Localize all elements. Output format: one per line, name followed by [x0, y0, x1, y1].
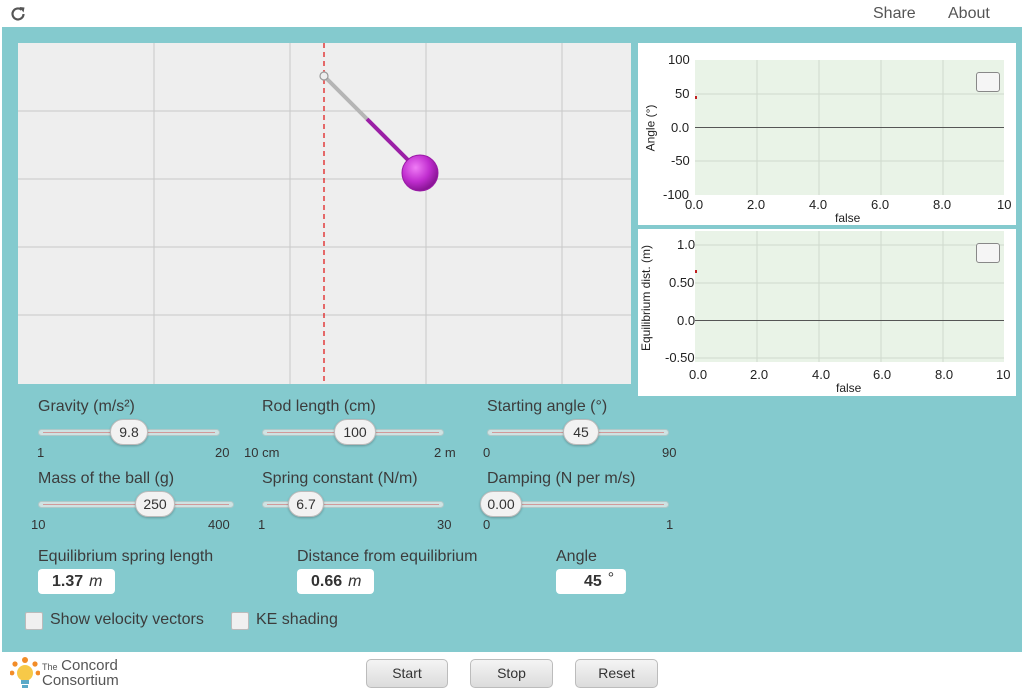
angle-plot-area	[695, 60, 1004, 195]
rod-length-min: 10 cm	[244, 445, 280, 460]
x-tick: 6.0	[873, 367, 892, 382]
y-axis-title: Angle (°)	[643, 104, 658, 152]
angle-data-point	[695, 96, 697, 99]
x-tick: 8.0	[935, 367, 954, 382]
about-link[interactable]: About	[948, 5, 990, 23]
pivot	[319, 71, 329, 81]
angle-readout: 45 °	[556, 569, 626, 594]
rod-length-slider-handle[interactable]: 100	[334, 419, 376, 445]
damping-min: 0	[483, 517, 491, 532]
x-axis-title: false	[836, 381, 862, 395]
rod-length-max: 2 m	[434, 445, 456, 460]
distance-label: Distance from equilibrium	[297, 548, 478, 565]
x-tick: 4.0	[812, 367, 831, 382]
start-button[interactable]: Start	[366, 659, 448, 688]
y-tick: 0.50	[669, 275, 695, 290]
mass-label: Mass of the ball (g)	[38, 470, 175, 487]
spring-constant-label: Spring constant (N/m)	[262, 470, 418, 487]
angle-plot-grid	[695, 60, 1004, 195]
y-tick: 100	[668, 52, 690, 67]
pendulum-simulation[interactable]	[18, 43, 631, 384]
y-tick: -50	[671, 153, 690, 168]
starting-angle-min: 0	[483, 445, 491, 460]
y-axis-title: Equilibrium dist. (m)	[639, 244, 654, 352]
angle-value: 45	[584, 573, 602, 590]
concord-brand: The Concord Consortium	[42, 658, 119, 689]
spring	[365, 117, 415, 167]
x-tick: 10	[997, 197, 1012, 212]
y-tick: 0.0	[671, 120, 690, 135]
mass-max: 400	[208, 517, 230, 532]
image-snapshot-icon[interactable]	[976, 243, 1000, 263]
spring-constant-max: 30	[437, 517, 452, 532]
x-tick: 0.0	[685, 197, 704, 212]
spring-constant-min: 1	[258, 517, 266, 532]
y-tick: -0.50	[665, 350, 695, 365]
bottom-bar: The Concord Consortium Start Stop Reset	[0, 652, 1024, 695]
distance-unit: m	[348, 573, 362, 590]
distance-readout: 0.66 m	[297, 569, 374, 594]
brand-the: The	[42, 662, 58, 672]
x-tick: 0.0	[689, 367, 708, 382]
image-snapshot-icon[interactable]	[976, 72, 1000, 92]
simulation-canvas	[18, 43, 631, 384]
pendulum-ball[interactable]	[401, 154, 439, 192]
damping-max: 1	[666, 517, 674, 532]
y-tick: 0.0	[677, 313, 696, 328]
gravity-label: Gravity (m/s²)	[38, 398, 135, 415]
rod	[322, 74, 369, 121]
equilibrium-plot-area	[695, 231, 1004, 362]
x-tick: 8.0	[933, 197, 952, 212]
ke-shading-checkbox[interactable]	[231, 612, 249, 630]
x-tick: 2.0	[750, 367, 769, 382]
starting-angle-max: 90	[662, 445, 677, 460]
mass-min: 10	[31, 517, 46, 532]
x-axis-title: false	[835, 211, 861, 225]
gravity-slider-handle[interactable]: 9.8	[110, 419, 148, 445]
angle-graph: 100 50 0.0 -50 -100 0.0 2.0 4.0 6.0 8.0 …	[638, 43, 1016, 225]
equilibrium-length-label: Equilibrium spring length	[38, 548, 214, 565]
gravity-max: 20	[215, 445, 230, 460]
spring-constant-slider-handle[interactable]: 6.7	[288, 491, 324, 517]
rod-length-label: Rod length (cm)	[262, 398, 376, 415]
reload-icon[interactable]	[9, 5, 27, 23]
equilibrium-length-unit: m	[89, 573, 103, 590]
brand-consortium: Consortium	[42, 672, 119, 689]
x-tick: 6.0	[871, 197, 890, 212]
velocity-vectors-checkbox[interactable]	[25, 612, 43, 630]
equilibrium-length-value: 1.37	[52, 573, 84, 590]
reset-button[interactable]: Reset	[575, 659, 658, 688]
top-bar: Share About	[0, 0, 1024, 27]
angle-label: Angle	[556, 548, 597, 565]
velocity-vectors-label: Show velocity vectors	[50, 611, 204, 628]
damping-slider-handle[interactable]: 0.00	[480, 491, 522, 517]
share-link[interactable]: Share	[873, 5, 916, 23]
concord-logo-icon	[10, 657, 40, 688]
ke-shading-label: KE shading	[256, 611, 338, 628]
equilibrium-length-readout: 1.37 m	[38, 569, 115, 594]
distance-value: 0.66	[311, 573, 343, 590]
starting-angle-slider-handle[interactable]: 45	[563, 419, 599, 445]
y-tick: 1.0	[677, 237, 696, 252]
y-tick: 50	[675, 86, 690, 101]
stop-button[interactable]: Stop	[470, 659, 553, 688]
equilibrium-plot-grid	[695, 231, 1004, 362]
x-tick: 2.0	[747, 197, 766, 212]
equilibrium-graph: 1.0 0.50 0.0 -0.50 0.0 2.0 4.0 6.0 8.0 1…	[638, 229, 1016, 396]
damping-label: Damping (N per m/s)	[487, 470, 636, 487]
x-tick: 10	[996, 367, 1011, 382]
angle-unit: °	[607, 570, 615, 587]
mass-slider-handle[interactable]: 250	[135, 491, 175, 517]
starting-angle-label: Starting angle (°)	[487, 398, 608, 415]
gravity-min: 1	[37, 445, 45, 460]
equilibrium-data-point	[695, 270, 697, 273]
x-tick: 4.0	[809, 197, 828, 212]
